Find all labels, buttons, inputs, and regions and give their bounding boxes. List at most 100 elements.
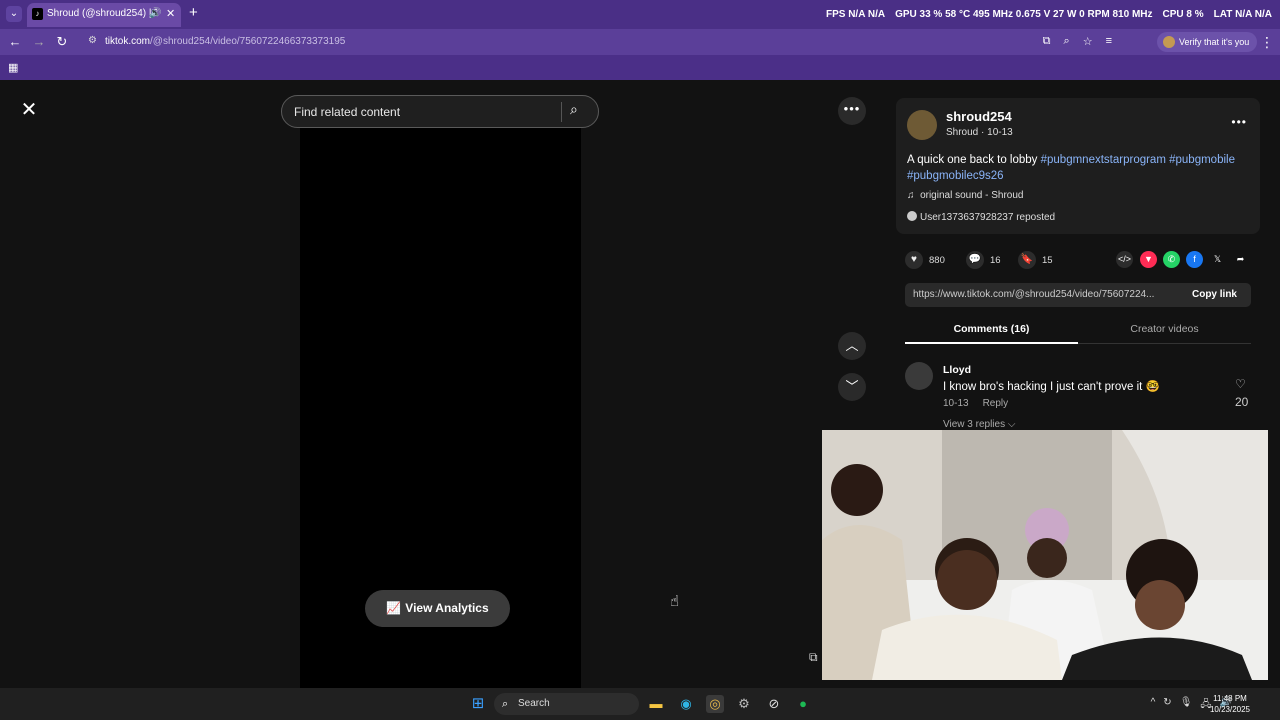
picture-in-picture-icon[interactable]: ⧉ (809, 650, 818, 665)
search-placeholder: Find related content (294, 105, 401, 119)
copy-link-button[interactable]: Copy link (1192, 289, 1237, 300)
url-text[interactable]: tiktok.com/@shroud254/video/756072246637… (105, 36, 345, 47)
chart-icon: 📈 (386, 601, 402, 615)
creator-username[interactable]: shroud254 (946, 109, 1012, 124)
search-icon: ⌕ (502, 698, 509, 710)
fps-label: FPS (825, 9, 846, 20)
send-to-friends-icon[interactable]: ▼ (1140, 251, 1157, 268)
file-explorer-icon[interactable]: ▬ (647, 695, 665, 713)
x-twitter-icon[interactable]: 𝕏 (1209, 251, 1226, 268)
cpu-readout: CPU 8 % (1162, 9, 1204, 20)
windows-taskbar: ⊞ ⌕ Search ▬ ◉ ◎ ⚙ ⊘ ● ^ ↻ 🎙 🖧 🔊 11:48 P… (0, 688, 1280, 720)
like-count: 880 (929, 254, 945, 266)
next-video-chevron-down-icon[interactable]: ﹀ (838, 373, 866, 401)
caption-text: A quick one back to lobby (907, 154, 1041, 166)
profile-avatar (1163, 36, 1175, 48)
creator-avatar[interactable] (907, 110, 937, 140)
zoom-icon[interactable]: ⌕ (1064, 35, 1070, 48)
tray-overflow-icon[interactable]: ^ (1151, 697, 1156, 714)
video-more-options-icon[interactable]: ••• (838, 97, 866, 125)
hashtag-link[interactable]: #pubgmobilec9s26 (907, 170, 1004, 182)
related-search-input[interactable]: Find related content ⌕ (281, 95, 599, 128)
taskbar-clock[interactable]: 11:48 PM 10/23/2025 (1205, 693, 1255, 715)
reading-list-icon[interactable]: ≡ (1106, 35, 1112, 48)
taskbar-search[interactable]: ⌕ Search (494, 693, 639, 715)
reply-button[interactable]: Reply (983, 398, 1009, 409)
apps-grid-icon[interactable]: ▦ (8, 61, 18, 74)
site-info-icon[interactable]: ⚙ (88, 35, 97, 46)
commenter-name[interactable]: Lloyd (943, 364, 971, 376)
verify-label: Verify that it's you (1179, 37, 1250, 47)
sound-link[interactable]: ♫ original sound - Shroud (907, 190, 1023, 201)
steam-icon[interactable]: ⊘ (765, 695, 783, 713)
post-actions: ♥ 880 💬 16 🔖 15 </> ▼ ✆ f 𝕏 ➦ (905, 248, 1255, 272)
repost-label: User1373637928237 reposted (920, 212, 1056, 223)
url-path: /@shroud254/video/7560722466373373195 (150, 36, 346, 47)
comment-like-count: 20 (1235, 395, 1249, 409)
tab-search-button[interactable]: ⌄ (6, 6, 22, 22)
save-button[interactable]: 🔖 15 (1018, 251, 1053, 269)
search-icon[interactable]: ⌕ (570, 101, 578, 118)
repost-avatar (907, 211, 917, 221)
whatsapp-icon[interactable]: ✆ (1163, 251, 1180, 268)
settings-gear-icon[interactable]: ⚙ (735, 695, 753, 713)
hashtag-link[interactable]: #pubgmnextstarprogram (1041, 154, 1166, 166)
browser-tab[interactable]: ♪ Shroud (@shroud254) | Ti 🔊 ✕ (27, 3, 181, 27)
new-tab-button[interactable]: + (189, 5, 198, 21)
share-arrow-icon[interactable]: ➦ (1232, 251, 1249, 268)
screen: ⌄ ♪ Shroud (@shroud254) | Ti 🔊 ✕ + FPS N… (0, 0, 1280, 720)
bookmark-star-icon[interactable]: ☆ (1083, 35, 1093, 48)
share-link-url[interactable]: https://www.tiktok.com/@shroud254/video/… (913, 289, 1179, 300)
clock-date: 10/23/2025 (1209, 705, 1251, 714)
verify-profile-button[interactable]: Verify that it's you (1157, 32, 1258, 52)
tab-audio-icon[interactable]: 🔊 (149, 8, 161, 19)
forward-arrow-icon[interactable]: → (31, 34, 47, 50)
like-button[interactable]: ♥ 880 (905, 251, 945, 269)
analytics-label: View Analytics (405, 601, 489, 615)
facebook-icon[interactable]: f (1186, 251, 1203, 268)
tiktok-favicon-icon: ♪ (32, 8, 43, 20)
post-more-icon[interactable]: ••• (1231, 115, 1247, 129)
address-bar[interactable]: ⚙ tiktok.com/@shroud254/video/7560722466… (80, 32, 1120, 52)
comment-count: 16 (990, 254, 1001, 266)
lat-readout: LAT N/A N/A (1214, 9, 1272, 20)
bookmarks-bar: ▦ (0, 55, 1280, 80)
tab-close-icon[interactable]: ✕ (166, 7, 175, 20)
tab-title: Shroud (@shroud254) | Ti (47, 8, 157, 19)
browser-toolbar: ← → ↻ ⚙ tiktok.com/@shroud254/video/7560… (0, 29, 1280, 55)
comment-text: I know bro's hacking I just can't prove … (943, 381, 1160, 393)
post-info-card: shroud254 Shroud · 10-13 ••• A quick one… (896, 98, 1260, 234)
tab-creator-videos[interactable]: Creator videos (1078, 323, 1251, 335)
mouse-pointer-icon: ☝ (670, 593, 680, 610)
embed-code-icon[interactable]: </> (1116, 251, 1133, 268)
lat-value-1: N/A (1235, 9, 1252, 20)
chrome-icon[interactable]: ◎ (706, 695, 724, 713)
fps-readout: FPS N/A N/A (826, 9, 885, 20)
commenter-avatar[interactable] (905, 362, 933, 390)
comment-heart-icon[interactable]: ♡ (1235, 377, 1246, 391)
browser-menu-icon[interactable]: ⋮ (1260, 34, 1274, 51)
close-video-icon[interactable]: ✕ (17, 98, 41, 122)
tab-comments[interactable]: Comments (16) (905, 323, 1078, 344)
comment-button[interactable]: 💬 16 (966, 251, 1001, 269)
back-arrow-icon[interactable]: ← (7, 34, 23, 50)
install-app-icon[interactable]: ⧉ (1043, 35, 1051, 48)
previous-video-chevron-up-icon[interactable]: ︿ (838, 332, 866, 360)
fps-value-1: N/A (848, 9, 866, 20)
search-divider (561, 102, 562, 122)
lat-value-2: N/A (1254, 9, 1272, 20)
hashtag-link[interactable]: #pubgmobile (1169, 154, 1235, 166)
spotify-icon[interactable]: ● (794, 695, 812, 713)
microphone-icon[interactable]: 🎙 (1180, 697, 1193, 714)
reload-icon[interactable]: ↻ (54, 34, 70, 50)
edge-icon[interactable]: ◉ (677, 695, 695, 713)
view-replies-button[interactable]: View 3 replies ⌵ (943, 419, 1015, 430)
heart-icon: ♥ (905, 251, 923, 269)
url-host: tiktok.com (105, 36, 151, 47)
post-caption: A quick one back to lobby #pubgmnextstar… (907, 152, 1247, 184)
sync-icon[interactable]: ↻ (1163, 697, 1171, 714)
windows-start-icon[interactable]: ⊞ (469, 695, 487, 713)
comment-icon: 💬 (966, 251, 984, 269)
share-link-row: https://www.tiktok.com/@shroud254/video/… (905, 283, 1251, 307)
view-analytics-button[interactable]: 📈 View Analytics (365, 590, 510, 627)
